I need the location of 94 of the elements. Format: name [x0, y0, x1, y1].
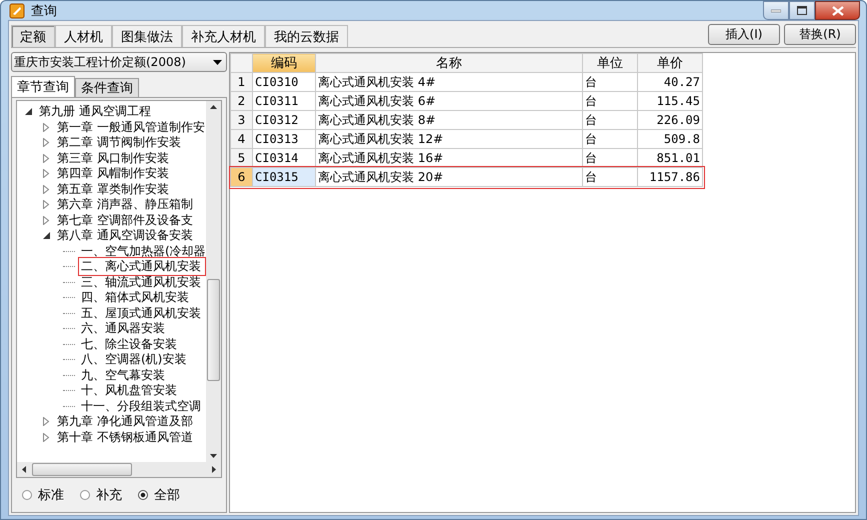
row-number[interactable]: 6 — [230, 168, 252, 186]
table-cell: CI0310 — [252, 72, 316, 92]
tree-item[interactable]: 第九册 通风空调工程 — [37, 103, 153, 120]
tree-item[interactable]: 六、通风器安装 — [79, 320, 167, 338]
tree-item[interactable]: 第二章 调节阀制作安装 — [55, 134, 183, 152]
library-dropdown[interactable]: 重庆市安装工程计价定额(2008) — [11, 52, 227, 72]
scroll-right-icon[interactable] — [212, 466, 216, 473]
tree-item[interactable]: 九、空气幕安装 — [79, 366, 167, 384]
scrollbar-thumb[interactable] — [32, 463, 132, 476]
tree-item[interactable]: 七、除尘设备安装 — [79, 336, 179, 353]
table-cell: CI0315 — [252, 168, 316, 186]
table-cell: 台 — [582, 168, 638, 186]
tree-item[interactable]: 第三章 风口制作安装 — [55, 150, 171, 167]
tree-item[interactable]: 第一章 一般通风管道制作安 — [55, 118, 206, 136]
table-cell: 1157.86 — [638, 168, 702, 186]
tree-item[interactable]: 第六章 消声器、静压箱制 — [55, 196, 195, 214]
tree-item[interactable]: 十、风机盘管安装 — [79, 382, 179, 400]
table-cell: 226.09 — [638, 110, 702, 130]
table-cell: 离心式通风机安装 20# — [316, 168, 582, 186]
table-cell: 离心式通风机安装 6# — [316, 92, 582, 110]
column-header[interactable]: 名称 — [316, 54, 582, 72]
row-number[interactable]: 2 — [230, 92, 252, 110]
tree-item[interactable]: 五、屋顶式通风机安装 — [79, 304, 203, 322]
table-cell: CI0311 — [252, 92, 316, 110]
table-cell: 851.01 — [638, 148, 702, 168]
column-header[interactable]: 单位 — [582, 54, 638, 72]
expanded-triangle-icon[interactable] — [43, 232, 51, 240]
tab[interactable]: 人材机 — [55, 25, 112, 47]
tree-item[interactable]: 第七章 空调部件及设备支 — [55, 212, 195, 229]
table-cell: 台 — [582, 72, 638, 92]
tab[interactable]: 条件查询 — [75, 78, 139, 97]
tree-item[interactable]: 第八章 通风空调设备安装 — [55, 227, 195, 244]
table-cell: 40.27 — [638, 72, 702, 92]
filter-radio[interactable]: 补充 — [80, 486, 122, 504]
tree-item[interactable]: 八、空调器(机)安装 — [79, 351, 188, 368]
expanded-triangle-icon[interactable] — [25, 108, 33, 116]
row-number[interactable]: 4 — [230, 130, 252, 148]
maximize-button[interactable] — [789, 1, 815, 20]
collapsed-triangle-icon[interactable] — [43, 154, 51, 163]
window-title: 查询 — [31, 2, 57, 20]
tree-item[interactable]: 一、空气加热器(冷却器 — [79, 242, 206, 260]
row-number[interactable]: 1 — [230, 72, 252, 92]
vertical-scrollbar[interactable] — [206, 101, 221, 462]
table-cell: CI0312 — [252, 110, 316, 130]
scroll-up-icon[interactable] — [210, 105, 217, 109]
maximize-icon — [797, 6, 807, 15]
filter-radio[interactable]: 标准 — [22, 486, 64, 504]
app-icon — [9, 2, 25, 18]
tree-item[interactable]: 三、轴流式通风机安装 — [79, 274, 203, 291]
action-button[interactable]: 插入(I) — [708, 24, 780, 45]
tree-item[interactable]: 四、箱体式风机安装 — [79, 289, 191, 306]
collapsed-triangle-icon[interactable] — [43, 184, 51, 194]
table-cell: 离心式通风机安装 4# — [316, 72, 582, 92]
collapsed-triangle-icon[interactable] — [43, 169, 51, 178]
minimize-icon — [771, 8, 781, 12]
tree-item[interactable]: 第十章 不锈钢板通风管道 — [55, 428, 195, 446]
table-cell: 离心式通风机安装 12# — [316, 130, 582, 148]
collapsed-triangle-icon[interactable] — [43, 216, 51, 225]
tab[interactable]: 我的云数据 — [265, 25, 348, 47]
row-number[interactable]: 3 — [230, 110, 252, 130]
collapsed-triangle-icon[interactable] — [43, 432, 51, 442]
close-button[interactable] — [815, 1, 860, 20]
tab[interactable]: 补充人材机 — [182, 25, 265, 47]
table-cell: CI0313 — [252, 130, 316, 148]
scroll-down-icon[interactable] — [210, 454, 217, 458]
scrollbar-thumb[interactable] — [207, 279, 220, 381]
table-cell: 509.8 — [638, 130, 702, 148]
table-cell: 离心式通风机安装 8# — [316, 110, 582, 130]
collapsed-triangle-icon[interactable] — [43, 200, 51, 210]
tree-item[interactable]: 第五章 罩类制作安装 — [55, 180, 171, 198]
tab[interactable]: 图集做法 — [112, 25, 182, 47]
tree-item[interactable]: 十一、分段组装式空调 — [79, 398, 203, 415]
horizontal-scrollbar[interactable] — [17, 462, 221, 477]
table-cell: 台 — [582, 92, 638, 110]
table-cell: 台 — [582, 110, 638, 130]
action-button[interactable]: 替换(R) — [784, 24, 856, 45]
tab[interactable]: 章节查询 — [11, 76, 75, 97]
dropdown-arrow-icon — [213, 60, 222, 64]
column-header[interactable]: 单价 — [638, 54, 702, 72]
table-cell: 台 — [582, 148, 638, 168]
tree-item[interactable]: 二、离心式通风机安装 — [79, 258, 205, 276]
filter-radio[interactable]: 全部 — [138, 486, 180, 504]
table-cell: 离心式通风机安装 16# — [316, 148, 582, 168]
tab[interactable]: 定额 — [11, 25, 55, 47]
tree-item[interactable]: 第四章 风帽制作安装 — [55, 165, 171, 182]
scroll-left-icon[interactable] — [22, 466, 26, 473]
close-icon — [832, 6, 844, 16]
tree-item[interactable]: 第九章 净化通风管道及部 — [55, 413, 195, 430]
column-header[interactable]: 编码 — [252, 54, 316, 72]
table-cell: 115.45 — [638, 92, 702, 110]
collapsed-triangle-icon[interactable] — [43, 417, 51, 426]
collapsed-triangle-icon[interactable] — [43, 138, 51, 148]
table-cell: 台 — [582, 130, 638, 148]
collapsed-triangle-icon[interactable] — [43, 122, 51, 132]
